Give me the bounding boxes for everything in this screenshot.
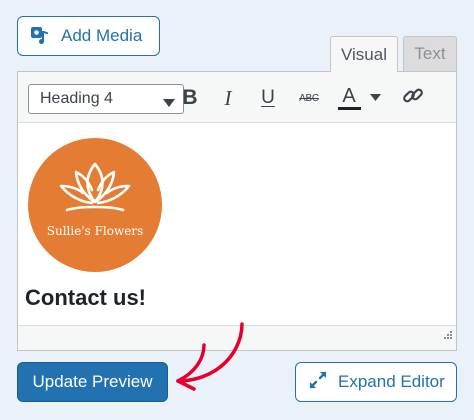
expand-editor-label: Expand Editor	[338, 372, 445, 391]
bold-button[interactable]: B	[178, 84, 202, 112]
content-heading: Contact us!	[25, 285, 146, 310]
lotus-icon	[59, 162, 131, 212]
annotation-arrow	[176, 322, 244, 391]
logo-text: Sullie's Flowers	[46, 224, 144, 238]
chevron-down-icon	[163, 95, 175, 113]
chevron-down-icon	[369, 94, 381, 101]
add-media-label: Add Media	[61, 26, 143, 45]
update-preview-button[interactable]: Update Preview	[17, 362, 168, 402]
expand-arrows-icon	[308, 370, 328, 395]
text-color-letter: A	[342, 85, 356, 107]
italic-button[interactable]: I	[216, 84, 240, 112]
format-select-value: Heading 4	[40, 90, 113, 107]
media-upload-icon	[30, 26, 50, 46]
format-select[interactable]: Heading 4	[28, 84, 184, 114]
text-color-button[interactable]: A	[334, 84, 364, 112]
expand-editor-button[interactable]: Expand Editor	[295, 362, 457, 402]
editor-frame: Heading 4 B I U ABC A Sullie's Flowers C…	[17, 71, 457, 351]
text-color-dropdown[interactable]	[368, 84, 382, 112]
strikethrough-button[interactable]: ABC	[294, 84, 324, 112]
underline-button[interactable]: U	[256, 84, 280, 112]
text-color-swatch	[337, 107, 361, 110]
editor-content[interactable]: Sullie's Flowers Contact us!	[18, 123, 456, 326]
tab-text[interactable]: Text	[403, 36, 457, 71]
add-media-button[interactable]: Add Media	[17, 16, 160, 56]
link-icon	[402, 85, 424, 112]
resize-handle-icon[interactable]	[440, 328, 452, 346]
logo-image: Sullie's Flowers	[28, 138, 162, 272]
link-button[interactable]	[400, 84, 426, 112]
tab-visual[interactable]: Visual	[330, 36, 398, 72]
editor-toolbar: Heading 4 B I U ABC A	[18, 72, 456, 123]
